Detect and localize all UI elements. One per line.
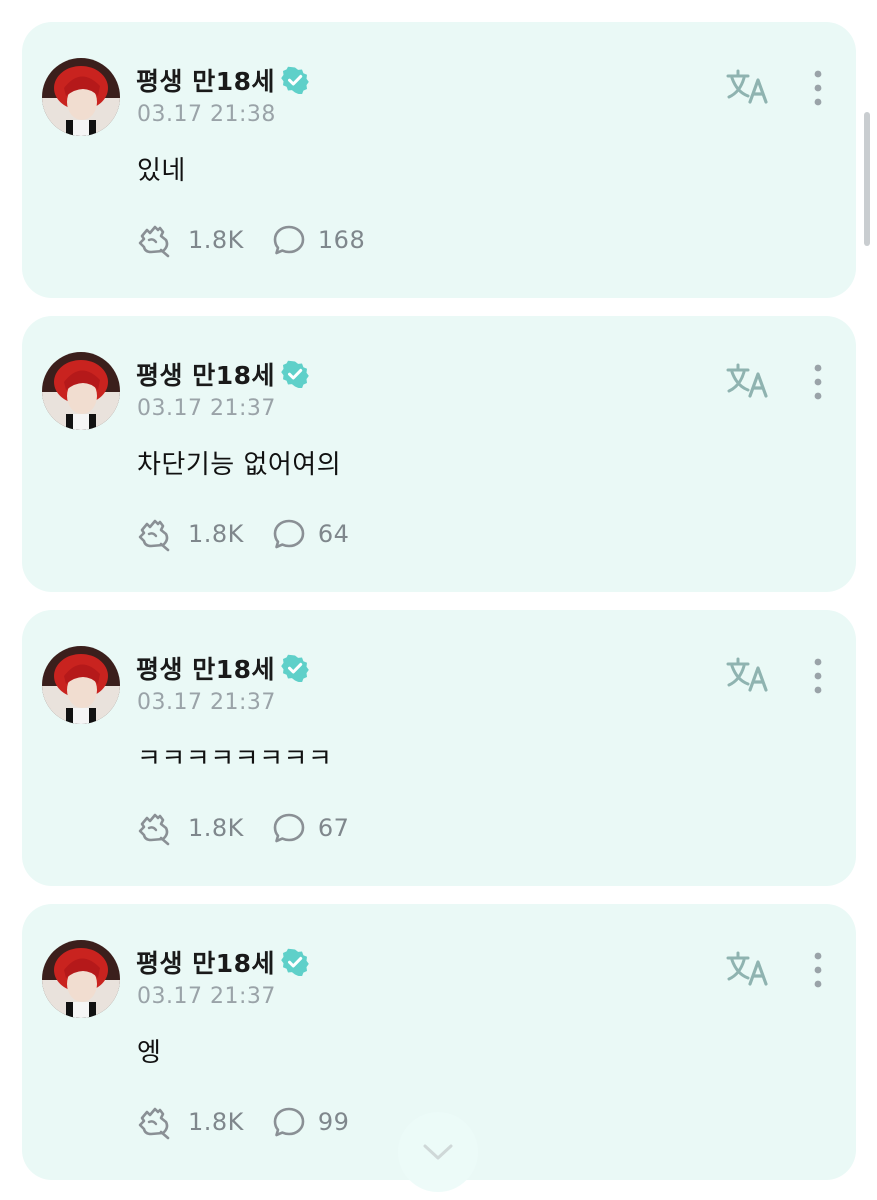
- post-text: 차단기능 없어여의: [137, 450, 342, 480]
- translate-button[interactable]: [724, 66, 772, 106]
- reaction-button[interactable]: 1.8K: [136, 222, 244, 258]
- comment-button[interactable]: 64: [272, 517, 350, 551]
- comment-bubble-icon: [273, 813, 305, 843]
- reaction-count: 1.8K: [188, 1108, 244, 1136]
- more-options-button[interactable]: [806, 950, 830, 990]
- avatar[interactable]: [42, 940, 120, 1018]
- reaction-hand-icon: [138, 225, 170, 258]
- translate-button[interactable]: [724, 360, 772, 400]
- post-actions: 1.8K 67: [136, 806, 349, 850]
- comment-button[interactable]: 168: [272, 223, 365, 257]
- translate-icon: [726, 657, 768, 692]
- more-vertical-icon: [814, 952, 822, 988]
- avatar[interactable]: [42, 646, 120, 724]
- post-actions: 1.8K 168: [136, 218, 365, 262]
- post-text: ㅋㅋㅋㅋㅋㅋㅋㅋ: [137, 744, 333, 774]
- comment-button[interactable]: 67: [272, 811, 350, 845]
- comment-count: 168: [317, 226, 366, 254]
- post-timestamp: 03.17 21:38: [137, 102, 276, 127]
- translate-icon: [726, 363, 768, 398]
- reaction-hand-icon: [138, 519, 170, 552]
- comment-count: 64: [317, 520, 350, 548]
- verified-badge-icon: [281, 360, 309, 388]
- post-actions: 1.8K 64: [136, 512, 349, 556]
- author-name[interactable]: 평생 만18세: [136, 356, 275, 392]
- chevron-down-icon: [423, 1144, 453, 1160]
- avatar[interactable]: [42, 58, 120, 136]
- more-vertical-icon: [814, 658, 822, 694]
- post-text: 엥: [137, 1038, 162, 1068]
- reaction-button[interactable]: 1.8K: [136, 1104, 244, 1140]
- post-timestamp: 03.17 21:37: [137, 396, 276, 421]
- reaction-hand-icon: [138, 813, 170, 846]
- post-card[interactable]: 평생 만18세 03.17 21:37 ㅋㅋㅋㅋㅋㅋㅋㅋ 1.8K 67: [22, 610, 856, 886]
- verified-badge-icon: [281, 654, 309, 682]
- verified-badge-icon: [281, 66, 309, 94]
- post-card[interactable]: 평생 만18세 03.17 21:37 차단기능 없어여의 1.8K 64: [22, 316, 856, 592]
- translate-button[interactable]: [724, 948, 772, 988]
- author-name[interactable]: 평생 만18세: [136, 650, 275, 686]
- post-feed: 평생 만18세 03.17 21:38 있네 1.8K 168 평생 만18세 …: [0, 0, 877, 1200]
- more-options-button[interactable]: [806, 656, 830, 696]
- more-vertical-icon: [814, 70, 822, 106]
- comment-button[interactable]: 99: [272, 1105, 350, 1139]
- avatar[interactable]: [42, 352, 120, 430]
- author-row: 평생 만18세: [136, 942, 309, 982]
- more-options-button[interactable]: [806, 362, 830, 402]
- reaction-hand-icon: [138, 1107, 170, 1140]
- post-timestamp: 03.17 21:37: [137, 984, 276, 1009]
- translate-button[interactable]: [724, 654, 772, 694]
- comment-count: 99: [317, 1108, 350, 1136]
- comment-bubble-icon: [273, 225, 305, 255]
- more-options-button[interactable]: [806, 68, 830, 108]
- translate-icon: [726, 69, 768, 104]
- reaction-button[interactable]: 1.8K: [136, 810, 244, 846]
- author-row: 평생 만18세: [136, 60, 309, 100]
- author-name[interactable]: 평생 만18세: [136, 944, 275, 980]
- reaction-button[interactable]: 1.8K: [136, 516, 244, 552]
- reaction-count: 1.8K: [188, 814, 244, 842]
- verified-badge-icon: [281, 948, 309, 976]
- comment-bubble-icon: [273, 519, 305, 549]
- scrollbar[interactable]: [864, 112, 870, 246]
- comment-count: 67: [317, 814, 350, 842]
- author-name[interactable]: 평생 만18세: [136, 62, 275, 98]
- comment-bubble-icon: [273, 1107, 305, 1137]
- translate-icon: [726, 951, 768, 986]
- reaction-count: 1.8K: [188, 520, 244, 548]
- author-row: 평생 만18세: [136, 648, 309, 688]
- post-actions: 1.8K 99: [136, 1100, 349, 1144]
- reaction-count: 1.8K: [188, 226, 244, 254]
- scroll-down-button[interactable]: [398, 1112, 478, 1192]
- post-timestamp: 03.17 21:37: [137, 690, 276, 715]
- author-row: 평생 만18세: [136, 354, 309, 394]
- more-vertical-icon: [814, 364, 822, 400]
- post-card[interactable]: 평생 만18세 03.17 21:38 있네 1.8K 168: [22, 22, 856, 298]
- post-text: 있네: [137, 156, 186, 186]
